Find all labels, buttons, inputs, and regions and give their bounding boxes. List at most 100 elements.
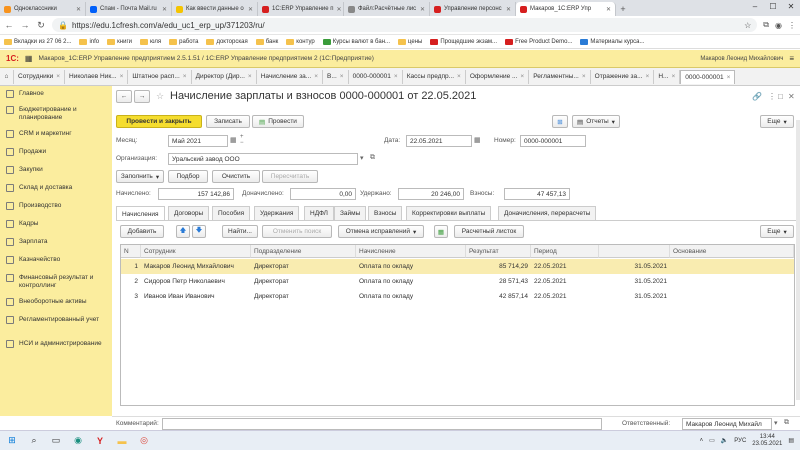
calendar-icon[interactable]: ▦	[230, 136, 237, 144]
chrome-icon[interactable]: ◎	[138, 435, 150, 447]
browser-tab[interactable]: Спам - Почта Mail.ru ✕	[86, 2, 172, 16]
sidebar-item-hr[interactable]: Кадры	[0, 220, 112, 238]
comment-field[interactable]	[162, 418, 602, 430]
window-tab-active[interactable]: 0000-000001 ×	[680, 69, 736, 84]
month-field[interactable]: Май 2021	[168, 135, 228, 147]
tab-deductions[interactable]: Удержания	[254, 206, 300, 220]
window-tab[interactable]: Николаев Ник... ×	[65, 69, 129, 84]
window-tab[interactable]: В... ×	[323, 69, 349, 84]
window-tab[interactable]: Н... ×	[654, 69, 681, 84]
move-up-button[interactable]: 🡅	[176, 225, 190, 238]
payslip-button[interactable]: Расчетный листок	[454, 225, 524, 238]
tab-benefits[interactable]: Пособия	[212, 206, 251, 220]
close-icon[interactable]: ×	[394, 73, 398, 80]
date-field[interactable]: 22.05.2021	[406, 135, 472, 147]
sidebar-item-crm[interactable]: CRM и маркетинг	[0, 130, 112, 148]
chevron-down-icon[interactable]: ▾	[360, 154, 364, 162]
calendar-icon[interactable]: ▦	[474, 136, 481, 144]
save-button[interactable]: Записать	[206, 115, 250, 128]
extensions-icon[interactable]: ⧉	[763, 20, 769, 30]
table-row[interactable]: 2 Сидоров Петр Николаевич Директорат Опл…	[121, 274, 794, 289]
maximize-icon[interactable]: ☐	[764, 0, 782, 14]
window-tab[interactable]: Начисление за... ×	[257, 69, 324, 84]
close-icon[interactable]: ✕	[248, 6, 253, 13]
bookmark[interactable]: контур	[286, 38, 315, 45]
organization-field[interactable]: Уральский завод ООО	[168, 153, 358, 165]
tab-contracts[interactable]: Договоры	[168, 206, 210, 220]
menu-icon[interactable]: ⋮	[788, 21, 796, 30]
add-button[interactable]: Добавить	[120, 225, 164, 238]
close-icon[interactable]: ✕	[420, 6, 425, 13]
window-tab[interactable]: 0000-000001 ×	[349, 69, 403, 84]
close-icon[interactable]: ✕	[337, 6, 342, 13]
find-button[interactable]: Найти...	[222, 225, 258, 238]
bookmark[interactable]: info	[79, 38, 99, 45]
yandex-browser-icon[interactable]: Y	[94, 435, 106, 447]
bookmark[interactable]: Прощедшие экзам...	[430, 38, 497, 45]
back-button[interactable]: ←	[116, 90, 132, 103]
responsible-field[interactable]: Макаров Леонид Михайл	[682, 418, 772, 430]
reload-icon[interactable]: ↻	[36, 20, 46, 31]
close-window-icon[interactable]: ✕	[782, 0, 800, 14]
scrollbar[interactable]	[796, 120, 800, 400]
browser-tab[interactable]: Как ввести данные о ✕	[172, 2, 258, 16]
column-header[interactable]: Сотрудник	[141, 245, 251, 258]
column-header[interactable]: Период	[531, 245, 599, 258]
window-tab[interactable]: Штатное расп... ×	[128, 69, 192, 84]
table-more-button[interactable]: Еще ▾	[760, 225, 794, 238]
sidebar-item-reg-accounting[interactable]: Регламентированный учет	[0, 316, 112, 340]
tab-ndfl[interactable]: НДФЛ	[304, 206, 334, 220]
column-header[interactable]: N	[121, 245, 141, 258]
sidebar-item-treasury[interactable]: Казначейство	[0, 256, 112, 274]
window-tab[interactable]: Оформление ... ×	[466, 69, 530, 84]
bookmark[interactable]: Курсы валют в бан...	[322, 38, 390, 45]
close-icon[interactable]: ×	[671, 73, 675, 80]
column-header[interactable]: Результат	[466, 245, 531, 258]
column-header[interactable]: Основание	[670, 245, 794, 258]
network-icon[interactable]: ▭	[709, 437, 715, 444]
sidebar-item-finresult[interactable]: Финансовый результат и контроллинг	[0, 274, 112, 298]
bookmark[interactable]: Материалы курса...	[580, 38, 645, 45]
new-tab-button[interactable]: +	[616, 2, 630, 16]
select-button[interactable]: Подбор	[168, 170, 208, 183]
open-link-icon[interactable]: ⧉	[784, 419, 789, 427]
forward-icon[interactable]: →	[20, 20, 30, 30]
chevron-down-icon[interactable]: ▾	[774, 419, 778, 427]
sidebar-item-admin[interactable]: НСИ и администрирование	[0, 340, 112, 364]
bookmark[interactable]: работа	[169, 38, 198, 45]
chevron-up-icon[interactable]: ˄	[700, 438, 704, 444]
windows-start-icon[interactable]: ⊞	[6, 435, 18, 447]
sidebar-item-salary[interactable]: Зарплата	[0, 238, 112, 256]
edge-icon[interactable]: ◉	[72, 435, 84, 447]
sidebar-item-fixed-assets[interactable]: Внеоборотные активы	[0, 298, 112, 316]
close-icon[interactable]: ×	[248, 73, 252, 80]
bookmark[interactable]: книги	[107, 38, 132, 45]
reports-button[interactable]: ▤ Отчеты ▾	[572, 115, 620, 128]
bookmark[interactable]: Вкладки из 27 06 2...	[4, 38, 71, 45]
tab-contributions[interactable]: Взносы	[368, 206, 403, 220]
back-icon[interactable]: ←	[4, 20, 14, 30]
more-vertical-icon[interactable]: ⋮	[768, 92, 776, 101]
clock[interactable]: 13:44 23.05.2021	[752, 434, 782, 448]
explorer-icon[interactable]: ▬	[116, 435, 128, 447]
open-link-icon[interactable]: ⧉	[370, 154, 375, 162]
number-field[interactable]: 0000-000001	[520, 135, 586, 147]
move-down-button[interactable]: 🡇	[192, 225, 206, 238]
close-icon[interactable]: ×	[727, 74, 731, 81]
language-indicator[interactable]: РУС	[734, 438, 746, 444]
more-button[interactable]: Еще ▾	[760, 115, 794, 128]
task-view-icon[interactable]: ▭	[50, 435, 62, 447]
browser-tab[interactable]: Управление персонс ✕	[430, 2, 516, 16]
current-user[interactable]: Макаров Леонид Михайлович	[700, 56, 783, 62]
bookmark[interactable]: Free Product Demo...	[505, 38, 572, 45]
close-icon[interactable]: ×	[582, 73, 586, 80]
structure-button[interactable]: ⊞	[552, 115, 568, 128]
cancel-search-button[interactable]: Отменить поиск	[262, 225, 332, 238]
close-icon[interactable]: ×	[520, 73, 524, 80]
corrections-button[interactable]: Отмена исправлений ▾	[338, 225, 424, 238]
window-tab[interactable]: Регламентны... ×	[529, 69, 591, 84]
url-input[interactable]: 🔒 https://edu.1cfresh.com/a/edu_uc1_erp_…	[52, 18, 758, 32]
apps-grid-icon[interactable]: ▦	[25, 54, 33, 63]
window-tab[interactable]: Кассы предпр... ×	[403, 69, 466, 84]
settings-icon[interactable]: ≡	[789, 54, 794, 63]
